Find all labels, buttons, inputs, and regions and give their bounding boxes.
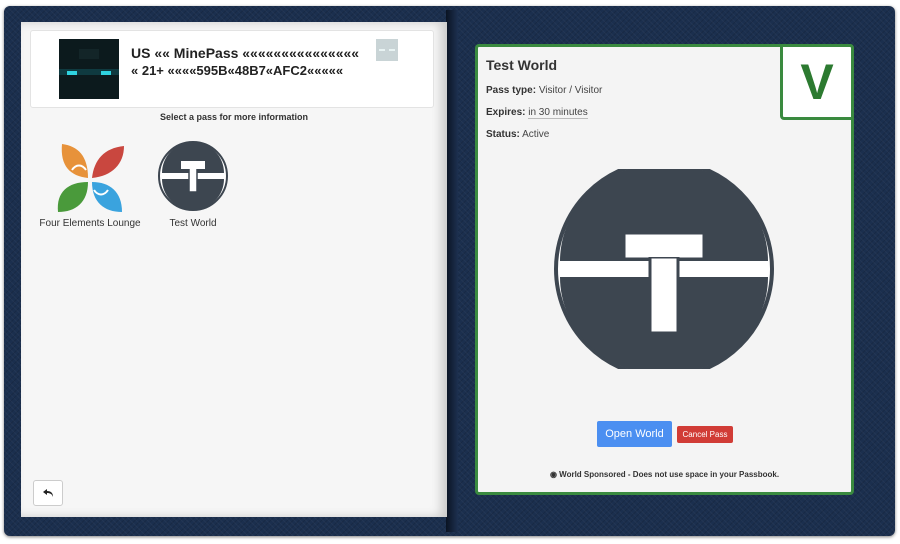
status-row: Status: Active	[486, 129, 549, 140]
pass-detail-card: Test World Pass type: Visitor / Visitor …	[475, 44, 854, 495]
back-button[interactable]	[33, 480, 63, 506]
world-title: Test World	[486, 57, 558, 73]
cancel-pass-button[interactable]: Cancel Pass	[677, 426, 733, 443]
qr-code-icon[interactable]	[376, 39, 398, 61]
expires-row: Expires: in 30 minutes	[486, 107, 588, 119]
test-world-logo	[158, 141, 228, 211]
pass-code: « 21+ ««««595B«48B7«AFC2«««««	[131, 63, 344, 78]
visitor-badge: V	[780, 44, 854, 120]
pass-type-value: Visitor / Visitor	[538, 85, 603, 96]
pass-type-label: Pass type:	[486, 85, 537, 96]
status-label: Status:	[486, 129, 520, 140]
pass-title: US «« MinePass «««««««««««««««	[131, 45, 360, 61]
pass-label: Test World	[169, 218, 217, 229]
open-world-button[interactable]: Open World	[597, 421, 672, 447]
status-value: Active	[522, 129, 550, 140]
reply-arrow-icon	[43, 489, 53, 497]
footer-note-text: World Sponsored - Does not use space in …	[559, 470, 780, 479]
pass-type-row: Pass type: Visitor / Visitor	[486, 85, 602, 96]
select-hint: Select a pass for more information	[159, 112, 309, 122]
expires-value: in 30 minutes	[528, 107, 588, 119]
minepass-header-card: US «« MinePass ««««««««««««««« « 21+ «««…	[30, 30, 434, 108]
expires-label: Expires:	[486, 107, 526, 118]
footer-note: ◉ World Sponsored - Does not use space i…	[478, 470, 851, 479]
book-spine	[446, 10, 458, 532]
pass-test-world[interactable]: Test World	[153, 140, 233, 229]
four-elements-logo	[57, 144, 124, 212]
pass-label: Four Elements Lounge	[39, 218, 141, 229]
test-world-logo	[554, 169, 774, 369]
pass-four-elements-lounge[interactable]: Four Elements Lounge	[35, 140, 145, 229]
pass-list-page: US «« MinePass ««««««««««««««« « 21+ «««…	[21, 22, 447, 517]
globe-icon: ◉	[549, 470, 557, 479]
avatar	[59, 39, 119, 99]
